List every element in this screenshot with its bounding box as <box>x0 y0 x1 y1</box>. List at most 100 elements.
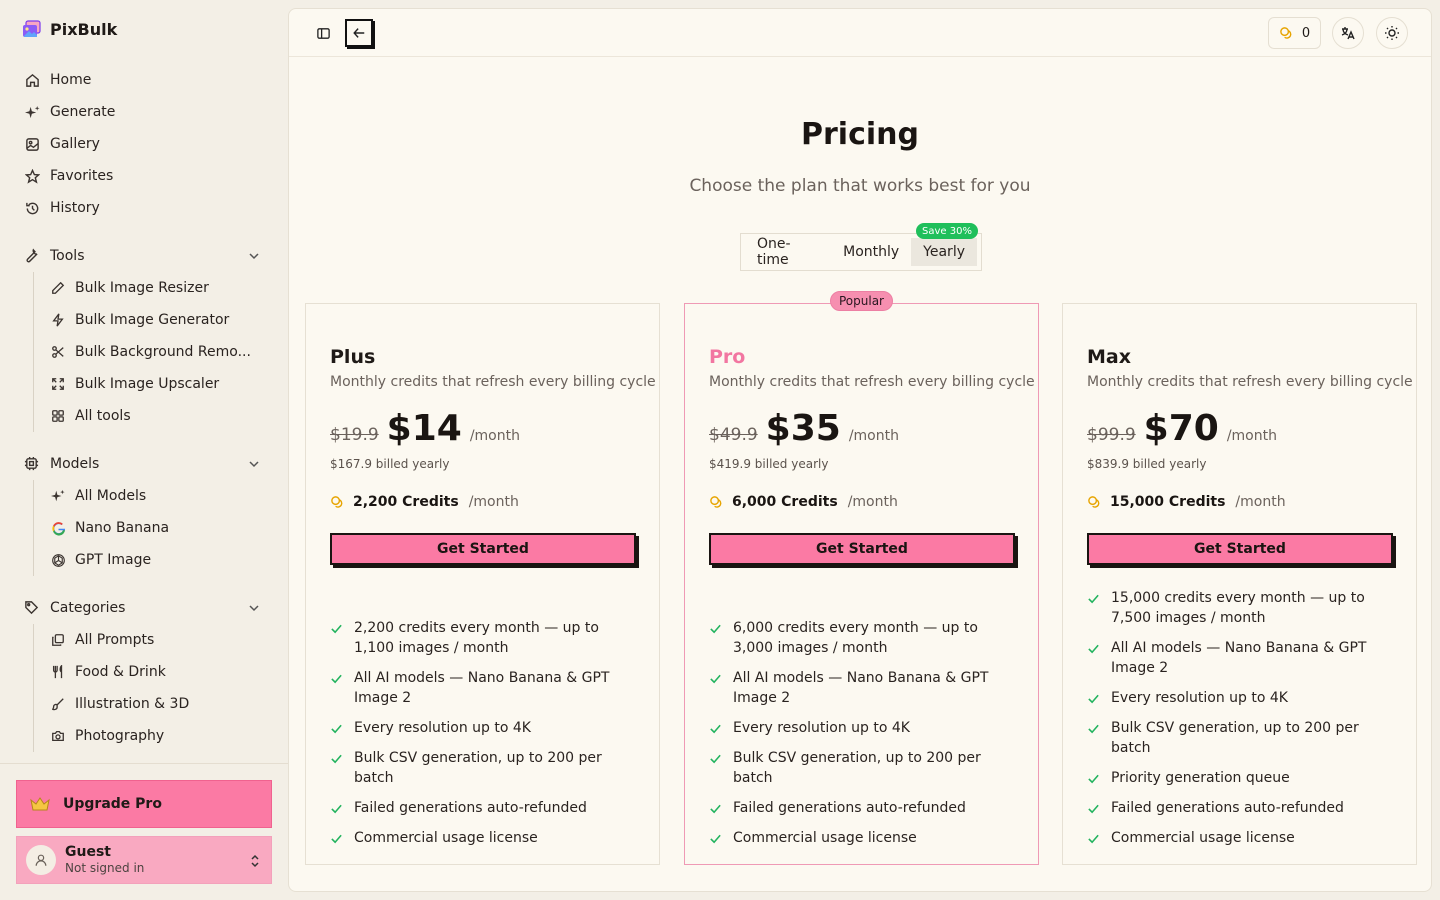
credits-amount: 15,000 Credits <box>1110 494 1226 510</box>
sidebar-item-gallery[interactable]: Gallery <box>16 128 272 160</box>
wrench-icon <box>24 248 40 264</box>
plan-name: Plus <box>330 346 376 368</box>
page-title: Pricing <box>801 117 919 152</box>
sidebar-group-tools[interactable]: Tools <box>16 240 272 272</box>
feature-text: Bulk CSV generation, up to 200 per batch <box>354 750 602 786</box>
credits-amount: 6,000 Credits <box>732 494 838 510</box>
credits-period: /month <box>1235 494 1286 510</box>
sidebar-item-favorites[interactable]: Favorites <box>16 160 272 192</box>
coins-icon <box>330 495 345 510</box>
feature-item: Bulk CSV generation, up to 200 per batch <box>1087 718 1387 758</box>
feature-item: Bulk CSV generation, up to 200 per batch <box>709 748 1009 788</box>
feature-item: Failed generations auto-refunded <box>709 798 1009 818</box>
billing-option-monthly[interactable]: Monthly <box>831 238 911 266</box>
feature-item: Every resolution up to 4K <box>330 718 630 738</box>
translate-icon <box>1340 25 1356 41</box>
sidebar-item-bulk-image-resizer[interactable]: Bulk Image Resizer <box>50 272 272 304</box>
credits-balance[interactable]: 0 <box>1268 17 1321 49</box>
sidebar: PixBulk Home Generate Gallery Favorites … <box>0 0 288 900</box>
sidebar-group-categories[interactable]: Categories <box>16 592 272 624</box>
feature-text: Every resolution up to 4K <box>354 720 531 736</box>
feature-text: 6,000 credits every month — up to 3,000 … <box>733 620 978 656</box>
app-name: PixBulk <box>50 20 118 39</box>
popular-badge: Popular <box>830 291 893 311</box>
get-started-button[interactable]: Get Started <box>1087 533 1393 565</box>
check-icon <box>1087 768 1101 788</box>
original-price: $19.9 <box>330 425 379 445</box>
sidebar-item-gpt-image[interactable]: GPT Image <box>50 544 272 576</box>
plan-card-pro: Pro Monthly credits that refresh every bi… <box>684 303 1039 865</box>
feature-text: Commercial usage license <box>1111 830 1295 846</box>
sidebar-item-label: GPT Image <box>75 552 152 568</box>
sidebar-item-history[interactable]: History <box>16 192 272 224</box>
sidebar-item-label: Bulk Image Resizer <box>75 280 209 296</box>
sidebar-item-photography[interactable]: Photography <box>50 720 272 752</box>
user-menu[interactable]: Guest Not signed in <box>16 836 272 884</box>
sidebar-item-illustration-3d[interactable]: Illustration & 3D <box>50 688 272 720</box>
chevron-down-icon[interactable] <box>246 600 262 616</box>
feature-text: All AI models — Nano Banana & GPT Image … <box>1111 640 1367 676</box>
feature-item: All AI models — Nano Banana & GPT Image … <box>1087 638 1387 678</box>
expand-icon <box>50 376 66 392</box>
coins-icon <box>1279 26 1294 41</box>
upgrade-label: Upgrade Pro <box>63 796 162 812</box>
sidebar-item-bulk-image-generator[interactable]: Bulk Image Generator <box>50 304 272 336</box>
sparkles-icon <box>50 488 66 504</box>
chevron-down-icon[interactable] <box>246 456 262 472</box>
sidebar-item-label: Gallery <box>50 136 100 152</box>
feature-list: 2,200 credits every month — up to 1,100 … <box>330 618 630 858</box>
coins-icon <box>1087 495 1102 510</box>
billing-option-yearly[interactable]: Yearly <box>911 238 977 266</box>
sidebar-item-bulk-background-remover[interactable]: Bulk Background Remo... <box>50 336 272 368</box>
upgrade-pro-button[interactable]: Upgrade Pro <box>16 780 272 828</box>
sidebar-item-home[interactable]: Home <box>16 64 272 96</box>
feature-text: Bulk CSV generation, up to 200 per batch <box>1111 720 1359 756</box>
feature-item: Commercial usage license <box>330 828 630 848</box>
camera-icon <box>50 728 66 744</box>
sidebar-item-all-models[interactable]: All Models <box>50 480 272 512</box>
billed-yearly-note: $419.9 billed yearly <box>709 457 829 471</box>
check-icon <box>1087 718 1101 738</box>
credits-period: /month <box>468 494 519 510</box>
back-button[interactable] <box>345 19 373 47</box>
price-row: $49.9 $35/month <box>709 408 899 449</box>
credits-row: 15,000 Credits/month <box>1087 494 1286 510</box>
brand[interactable]: PixBulk <box>22 20 117 39</box>
sidebar-item-food-drink[interactable]: Food & Drink <box>50 656 272 688</box>
sidebar-item-nano-banana[interactable]: Nano Banana <box>50 512 272 544</box>
feature-text: Failed generations auto-refunded <box>354 800 587 816</box>
language-button[interactable] <box>1332 17 1364 49</box>
sidebar-toggle-icon <box>316 26 331 41</box>
sidebar-item-label: Bulk Image Generator <box>75 312 230 328</box>
sidebar-item-bulk-image-upscaler[interactable]: Bulk Image Upscaler <box>50 368 272 400</box>
sidebar-group-label: Models <box>50 456 100 472</box>
feature-item: 15,000 credits every month — up to 7,500… <box>1087 588 1387 628</box>
sun-icon <box>1384 25 1400 41</box>
check-icon <box>1087 798 1101 818</box>
chevron-down-icon[interactable] <box>246 248 262 264</box>
sidebar-item-all-tools[interactable]: All tools <box>50 400 272 432</box>
check-icon <box>1087 828 1101 848</box>
sidebar-item-generate[interactable]: Generate <box>16 96 272 128</box>
get-started-button[interactable]: Get Started <box>330 533 636 565</box>
check-icon <box>709 668 723 688</box>
plan-name: Pro <box>709 346 746 368</box>
feature-text: Every resolution up to 4K <box>1111 690 1288 706</box>
feature-item: 6,000 credits every month — up to 3,000 … <box>709 618 1009 658</box>
feature-text: Failed generations auto-refunded <box>733 800 966 816</box>
sidebar-item-all-prompts[interactable]: All Prompts <box>50 624 272 656</box>
home-icon <box>24 72 40 88</box>
feature-item: Every resolution up to 4K <box>709 718 1009 738</box>
check-icon <box>330 748 344 768</box>
check-icon <box>709 798 723 818</box>
billing-option-one-time[interactable]: One-time <box>745 236 831 268</box>
sidebar-group-models[interactable]: Models <box>16 448 272 480</box>
theme-toggle-button[interactable] <box>1376 17 1408 49</box>
plan-card-plus: Plus Monthly credits that refresh every b… <box>305 303 660 865</box>
feature-text: Commercial usage license <box>733 830 917 846</box>
plan-card-max: Max Monthly credits that refresh every bi… <box>1062 303 1417 865</box>
feature-item: Failed generations auto-refunded <box>330 798 630 818</box>
get-started-button[interactable]: Get Started <box>709 533 1015 565</box>
chevron-up-down-icon[interactable] <box>249 853 261 869</box>
toggle-sidebar-button[interactable] <box>309 19 337 47</box>
